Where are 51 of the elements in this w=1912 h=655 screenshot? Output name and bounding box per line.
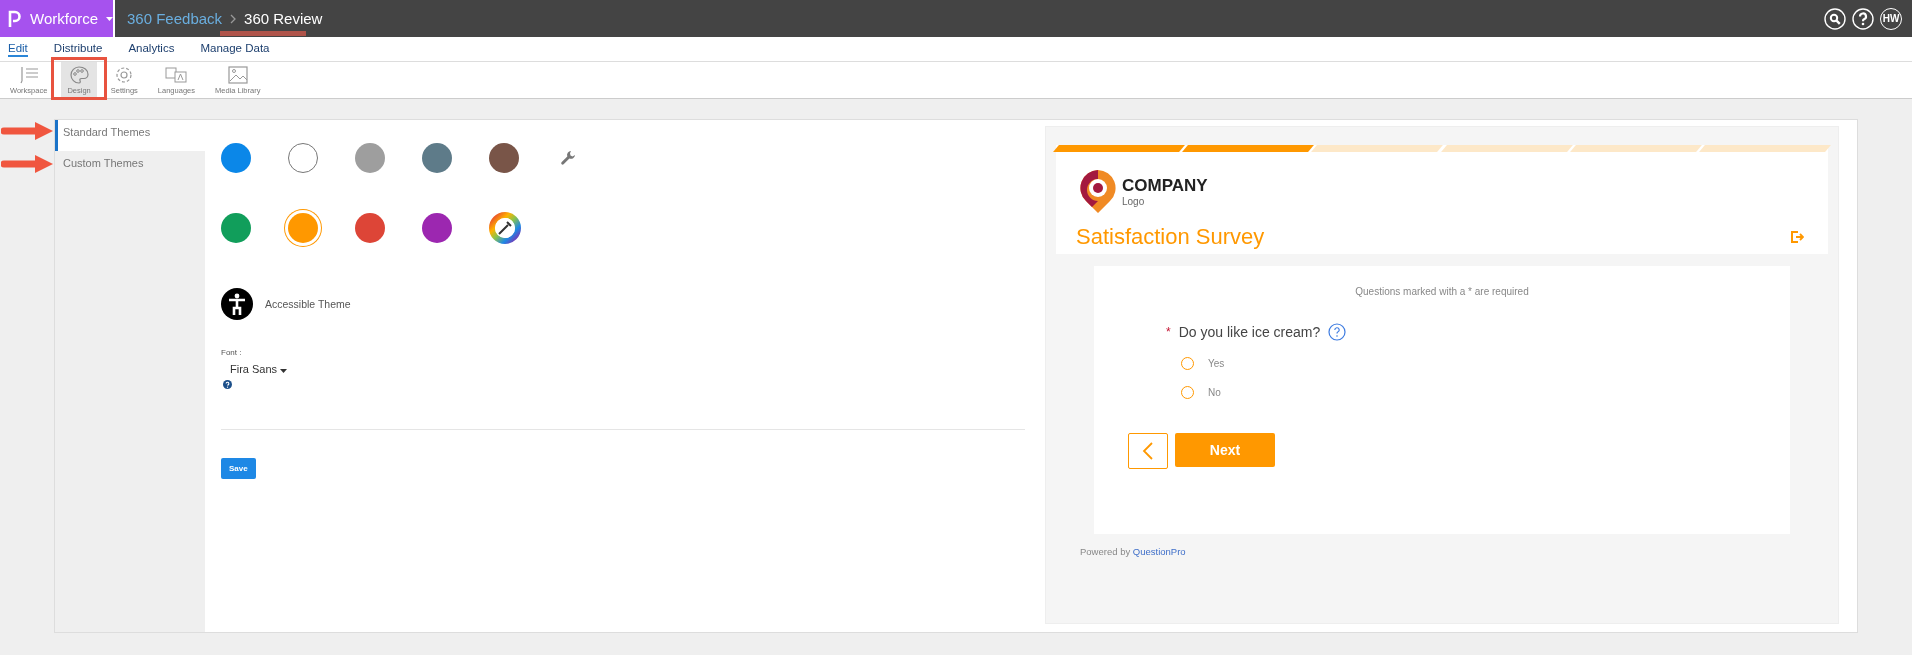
back-button[interactable] xyxy=(1128,433,1168,469)
menu-tab[interactable]: Analytics xyxy=(128,41,175,57)
color-picker-icon[interactable] xyxy=(489,212,521,244)
font-dropdown[interactable]: Fira Sans xyxy=(230,363,1025,375)
image-icon xyxy=(227,65,248,84)
option-label: No xyxy=(1208,387,1221,398)
color-swatch[interactable] xyxy=(221,213,251,243)
chevron-left-icon xyxy=(1142,441,1154,461)
color-swatch[interactable] xyxy=(355,143,385,173)
color-swatch[interactable] xyxy=(288,213,318,243)
questionpro-link[interactable]: QuestionPro xyxy=(1132,546,1186,557)
save-button[interactable]: Save xyxy=(221,458,256,479)
color-swatch[interactable] xyxy=(221,143,251,173)
sidebar-item[interactable]: Custom Themes xyxy=(55,151,205,182)
color-swatch[interactable] xyxy=(422,213,452,243)
pointer-arrow xyxy=(1,120,55,142)
theme-label: Accessible Theme xyxy=(265,298,351,310)
highlight-box xyxy=(51,57,107,100)
color-swatch[interactable] xyxy=(422,143,452,173)
search-icon[interactable] xyxy=(1824,7,1846,30)
exit-icon[interactable] xyxy=(1790,230,1804,244)
menu-tab[interactable]: Edit xyxy=(8,41,28,57)
logo-subtitle: Logo xyxy=(1122,195,1146,207)
pin-logo-icon xyxy=(1078,168,1118,214)
list-icon xyxy=(18,65,39,84)
option-label: Yes xyxy=(1208,358,1225,369)
settings-icon xyxy=(114,65,135,84)
palette-icon xyxy=(69,65,90,84)
pointer-arrow xyxy=(1,153,55,175)
caret-icon[interactable] xyxy=(280,369,288,373)
color-swatch[interactable] xyxy=(288,143,318,173)
menu-tab[interactable]: Manage Data xyxy=(200,41,270,57)
accessibility-icon[interactable] xyxy=(221,288,253,320)
required-note: Questions marked with a * are required xyxy=(1354,286,1530,297)
question-text: Do you like ice cream? xyxy=(1178,324,1321,340)
powered-by-text: Powered by xyxy=(1080,546,1131,557)
company-name: COMPANY xyxy=(1122,175,1208,196)
breadcrumb-link[interactable]: 360 Review xyxy=(244,10,323,27)
help-icon[interactable] xyxy=(223,380,232,389)
chevron-icon xyxy=(230,13,237,24)
survey-title: Satisfaction Survey xyxy=(1076,224,1265,250)
breadcrumb-link[interactable]: 360 Feedback xyxy=(127,10,223,27)
font-label: Font : xyxy=(221,348,243,357)
product-switcher[interactable]: Workforce xyxy=(0,0,115,37)
color-swatch[interactable] xyxy=(489,143,519,173)
color-swatch[interactable] xyxy=(355,213,385,243)
p-logo-icon xyxy=(8,9,22,28)
wrench-icon[interactable] xyxy=(560,150,576,166)
translate-icon xyxy=(165,65,188,84)
required-marker: * xyxy=(1166,325,1171,339)
menu-tab[interactable]: Distribute xyxy=(53,41,103,57)
